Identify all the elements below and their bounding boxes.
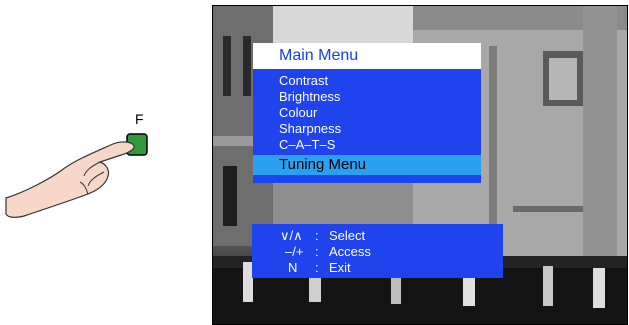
hint-row-exit: N : Exit: [252, 260, 503, 276]
menu-item-cats[interactable]: C–A–T–S: [253, 137, 481, 153]
main-menu-osd: Main Menu Contrast Brightness Colour Sha…: [253, 43, 481, 183]
menu-item-sharpness[interactable]: Sharpness: [253, 121, 481, 137]
hint-action: Select: [329, 228, 366, 243]
key-label: F: [135, 111, 144, 127]
hint-key: ∨/∧: [280, 228, 303, 243]
hint-separator: :: [315, 244, 319, 259]
controls-hint-panel: ∨/∧ : Select –/+ : Access N : Exit: [252, 224, 503, 278]
menu-item-brightness[interactable]: Brightness: [253, 89, 481, 105]
hint-key: N: [288, 260, 298, 275]
menu-item-tuning-menu[interactable]: Tuning Menu: [253, 155, 481, 175]
hint-separator: :: [315, 228, 319, 243]
menu-list: Contrast Brightness Colour Sharpness C–A…: [253, 69, 481, 183]
hand-pressing-key-illustration: [0, 100, 200, 230]
hint-row-select: ∨/∧ : Select: [252, 228, 503, 244]
hand-icon: [5, 141, 135, 218]
hint-row-access: –/+ : Access: [252, 244, 503, 260]
hint-action: Access: [329, 244, 371, 259]
menu-item-contrast[interactable]: Contrast: [253, 73, 481, 89]
hint-action: Exit: [329, 260, 351, 275]
menu-title: Main Menu: [253, 43, 481, 69]
menu-item-colour[interactable]: Colour: [253, 105, 481, 121]
hint-separator: :: [315, 260, 319, 275]
